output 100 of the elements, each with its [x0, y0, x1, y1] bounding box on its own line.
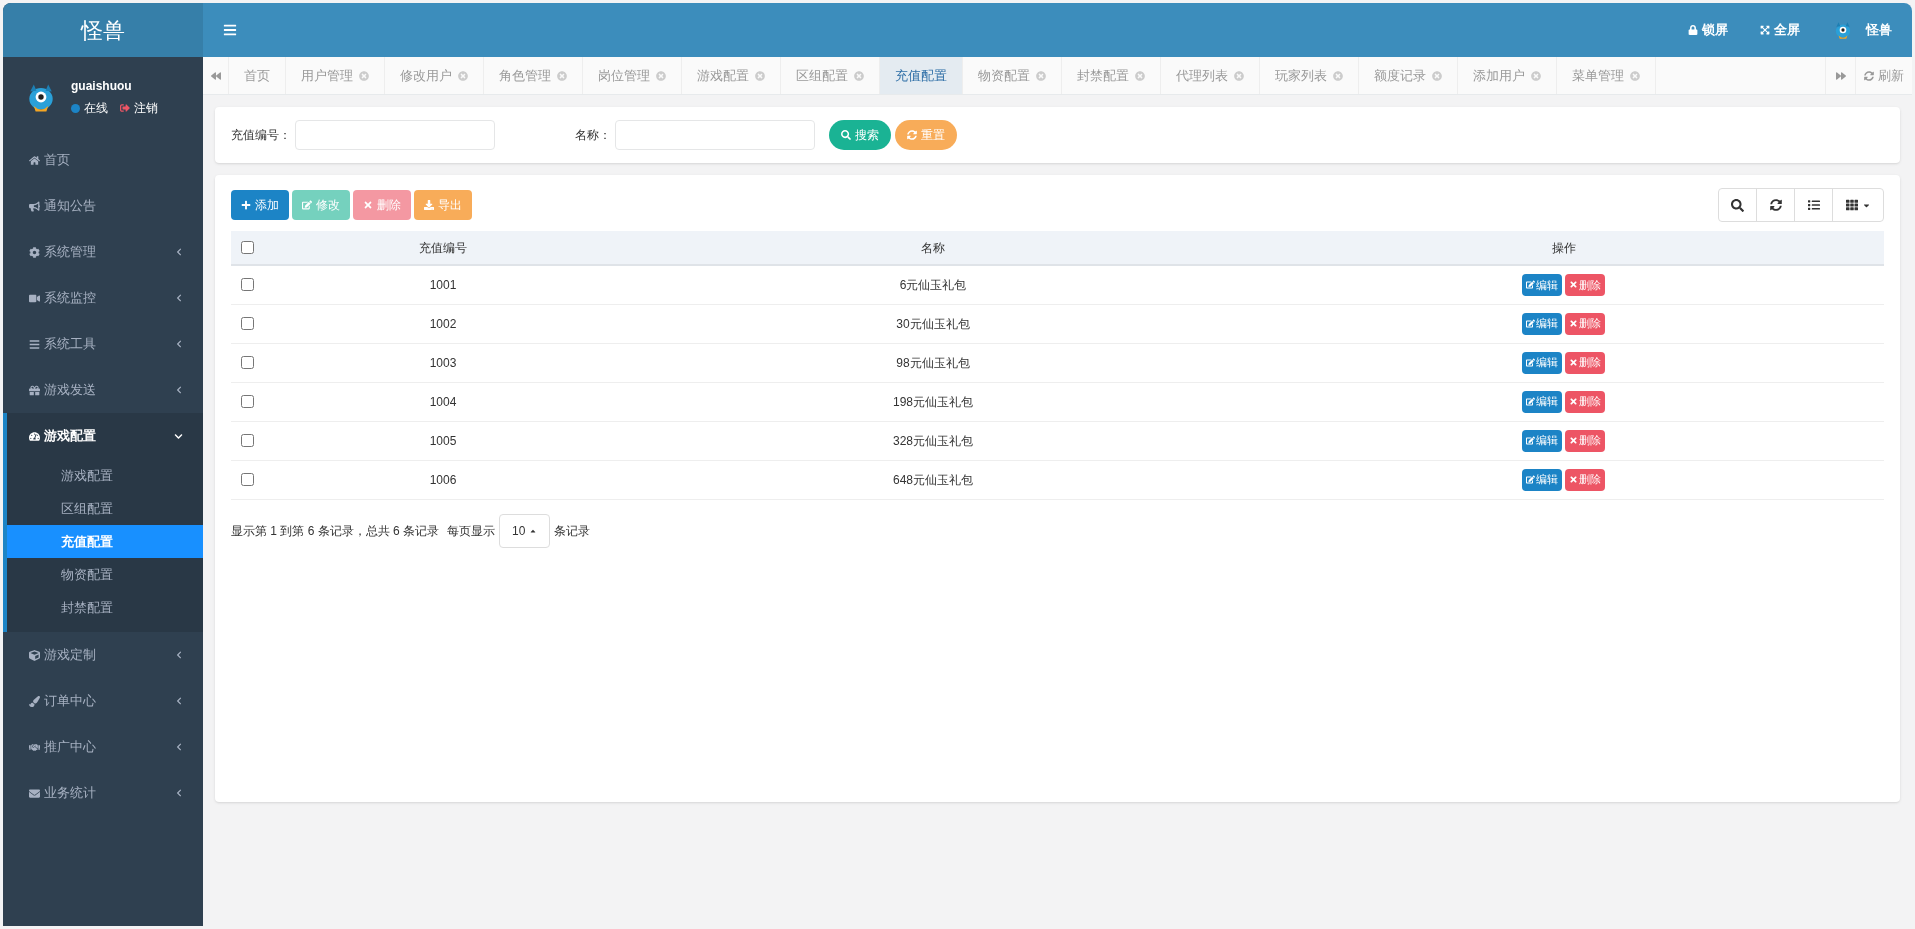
row-checkbox[interactable] [241, 395, 254, 408]
sidebar-item[interactable]: 首页 [3, 137, 203, 183]
select-all-checkbox[interactable] [241, 241, 254, 254]
page-tab[interactable]: 封禁配置 [1062, 57, 1161, 94]
field-label: 充值编号： [231, 127, 291, 144]
search-input[interactable] [615, 120, 815, 150]
page-tab[interactable]: 角色管理 [484, 57, 583, 94]
double-right-arrow-icon [1835, 70, 1846, 81]
page-tab[interactable]: 游戏配置 [682, 57, 781, 94]
column-header: 名称 [623, 231, 1243, 265]
edit-icon [1526, 358, 1535, 367]
edit-button[interactable]: 编辑 [1522, 351, 1562, 374]
sidebar-item[interactable]: 系统工具 [3, 321, 203, 367]
page-tab[interactable]: 岗位管理 [583, 57, 682, 94]
page-tab[interactable]: 玩家列表 [1260, 57, 1359, 94]
submenu-item[interactable]: 充值配置 [7, 525, 203, 558]
sidebar-item[interactable]: 系统管理 [3, 229, 203, 275]
delete-button[interactable]: 删除 [1565, 351, 1605, 374]
row-checkbox[interactable] [241, 356, 254, 369]
toolbar-button[interactable]: 导出 [414, 190, 472, 220]
table-cell: 30元仙玉礼包 [623, 304, 1243, 343]
sidebar-item[interactable]: 系统监控 [3, 275, 203, 321]
plus-icon [241, 200, 251, 210]
sidebar-item[interactable]: 游戏配置 [7, 413, 203, 459]
chevron-left-icon [175, 743, 183, 751]
page-tab[interactable]: 代理列表 [1161, 57, 1260, 94]
fullscreen-button[interactable]: 全屏 [1760, 20, 1800, 40]
page-tab[interactable]: 物资配置 [963, 57, 1062, 94]
close-icon[interactable] [1432, 70, 1442, 81]
page-tab[interactable]: 用户管理 [286, 57, 385, 94]
logout-icon [120, 103, 130, 113]
close-icon[interactable] [1333, 70, 1343, 81]
close-icon[interactable] [1135, 70, 1145, 81]
delete-button[interactable]: 删除 [1565, 468, 1605, 491]
toolbar-button[interactable]: 添加 [231, 190, 289, 220]
header-user-name[interactable]: 怪兽 [1866, 20, 1892, 40]
close-icon[interactable] [458, 70, 468, 81]
edit-button[interactable]: 编辑 [1522, 312, 1562, 335]
delete-button[interactable]: 删除 [1565, 312, 1605, 335]
sidebar-item[interactable]: 游戏发送 [3, 367, 203, 413]
close-icon[interactable] [1531, 70, 1541, 81]
close-icon[interactable] [1630, 70, 1640, 81]
cube-icon [29, 649, 40, 661]
menu-icon[interactable] [223, 23, 237, 37]
user-name: guaishuou [71, 78, 133, 95]
page-tab[interactable]: 添加用户 [1458, 57, 1557, 94]
x-icon [1569, 397, 1578, 406]
search-button[interactable]: 搜索 [829, 120, 891, 150]
delete-button[interactable]: 删除 [1565, 390, 1605, 413]
download-icon [424, 200, 434, 210]
toolbar-button[interactable]: 删除 [353, 190, 411, 220]
edit-button[interactable]: 编辑 [1522, 273, 1562, 296]
chevron-left-icon [175, 651, 183, 659]
close-icon[interactable] [656, 70, 666, 81]
close-icon[interactable] [1036, 70, 1046, 81]
delete-button[interactable]: 删除 [1565, 273, 1605, 296]
row-checkbox[interactable] [241, 317, 254, 330]
per-page-label: 每页显示 [447, 522, 496, 540]
edit-button[interactable]: 编辑 [1522, 390, 1562, 413]
page-size-select[interactable]: 10 [499, 513, 551, 548]
close-icon[interactable] [359, 70, 369, 81]
chevron-left-icon [175, 697, 183, 705]
page-tab[interactable]: 修改用户 [385, 57, 484, 94]
submenu-item[interactable]: 封禁配置 [7, 591, 203, 624]
sidebar-item[interactable]: 订单中心 [3, 678, 203, 724]
submenu-item[interactable]: 游戏配置 [7, 459, 203, 492]
refresh-button[interactable]: 刷新 [1855, 57, 1912, 94]
close-icon[interactable] [557, 70, 567, 81]
row-checkbox[interactable] [241, 434, 254, 447]
row-checkbox[interactable] [241, 278, 254, 292]
page-tab[interactable]: 额度记录 [1359, 57, 1458, 94]
logout-link[interactable]: 注销 [134, 99, 158, 117]
page-tab[interactable]: 菜单管理 [1557, 57, 1656, 94]
x-icon [1569, 475, 1578, 484]
submenu-item[interactable]: 区组配置 [7, 492, 203, 525]
gauge-icon [29, 430, 40, 442]
sidebar-item[interactable]: 业务统计 [3, 770, 203, 816]
row-checkbox[interactable] [241, 473, 254, 486]
reset-button[interactable]: 重置 [895, 120, 957, 150]
column-header: 操作 [1243, 231, 1884, 265]
page-tab[interactable]: 充值配置 [880, 57, 963, 94]
sidebar-item[interactable]: 通知公告 [3, 183, 203, 229]
sidebar-item[interactable]: 游戏定制 [3, 632, 203, 678]
lock-screen-button[interactable]: 锁屏 [1688, 20, 1728, 40]
close-icon[interactable] [854, 70, 864, 81]
close-icon[interactable] [1234, 70, 1244, 81]
search-input[interactable] [295, 120, 495, 150]
table-cell: 1004 [263, 382, 623, 421]
submenu-item[interactable]: 物资配置 [7, 558, 203, 591]
page-tab[interactable]: 首页 [229, 57, 286, 94]
x-icon [1569, 436, 1578, 445]
chevron-left-icon [175, 248, 183, 256]
list-icon [1807, 199, 1820, 211]
edit-button[interactable]: 编辑 [1522, 429, 1562, 452]
edit-button[interactable]: 编辑 [1522, 468, 1562, 491]
delete-button[interactable]: 删除 [1565, 429, 1605, 452]
edit-icon [1526, 397, 1535, 406]
home-icon [29, 154, 40, 166]
sidebar-item[interactable]: 推广中心 [3, 724, 203, 770]
close-icon[interactable] [755, 70, 765, 81]
